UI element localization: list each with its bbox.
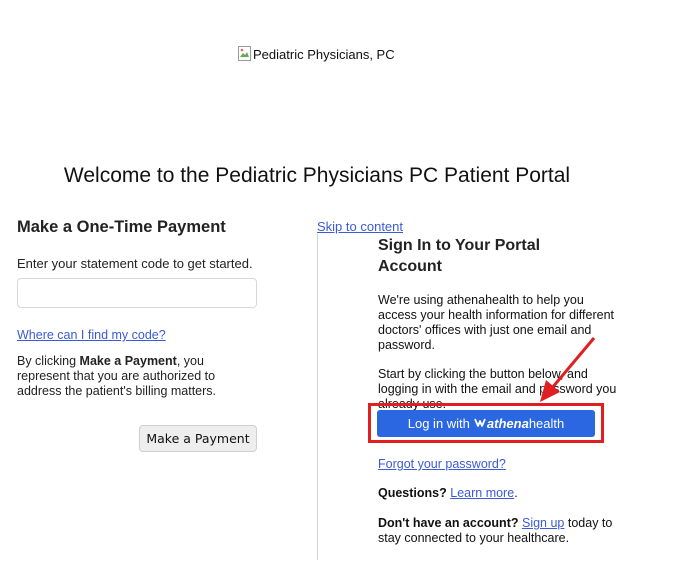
page-title: Welcome to the Pediatric Physicians PC P… <box>63 164 571 187</box>
questions-line: Questions? Learn more. <box>378 486 518 500</box>
statement-code-input[interactable] <box>17 278 257 308</box>
red-arrow-icon <box>540 337 596 402</box>
athenahealth-logo: athena health <box>474 416 564 431</box>
payment-heading: Make a One-Time Payment <box>17 218 226 236</box>
sign-up-link[interactable]: Sign up <box>522 516 564 530</box>
questions-end: . <box>514 486 518 500</box>
skip-to-content-link[interactable]: Skip to content <box>317 219 403 234</box>
athena-word: athena <box>486 416 529 431</box>
column-divider <box>317 234 318 560</box>
login-highlight-box: Log in with athena health <box>368 403 604 443</box>
disclaimer-prefix: By clicking <box>17 354 80 368</box>
practice-logo: Pediatric Physicians, PC <box>238 46 395 62</box>
broken-image-icon <box>238 46 252 62</box>
health-word: health <box>528 416 565 431</box>
payment-instruction: Enter your statement code to get started… <box>17 256 253 271</box>
no-account-label: Don't have an account? <box>378 516 519 530</box>
signin-heading: Sign In to Your Portal Account <box>378 237 541 275</box>
disclaimer-bold: Make a Payment <box>79 354 177 368</box>
athena-leaf-icon <box>474 416 486 431</box>
portal-page: Pediatric Physicians, PC Welcome to the … <box>0 0 678 583</box>
logo-alt-text: Pediatric Physicians, PC <box>253 46 395 62</box>
find-code-link[interactable]: Where can I find my code? <box>17 328 262 342</box>
forgot-password-link[interactable]: Forgot your password? <box>378 457 506 471</box>
make-payment-button[interactable]: Make a Payment <box>139 425 257 452</box>
login-athenahealth-button[interactable]: Log in with athena health <box>377 410 595 437</box>
learn-more-link[interactable]: Learn more <box>450 486 514 500</box>
no-account-line: Don't have an account? Sign up today to … <box>378 516 618 546</box>
login-button-label: Log in with <box>407 416 470 431</box>
payment-section: Make a One-Time Payment Enter your state… <box>17 218 262 452</box>
questions-label: Questions? <box>378 486 447 500</box>
payment-disclaimer: By clicking Make a Payment, you represen… <box>17 354 222 399</box>
